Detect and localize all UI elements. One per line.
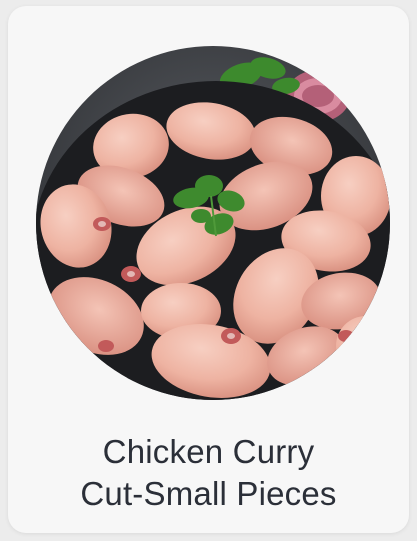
chicken-pieces-photo xyxy=(36,46,390,400)
product-title-line2: Cut-Small Pieces xyxy=(80,475,337,512)
product-image[interactable] xyxy=(36,46,390,400)
product-card[interactable]: Chicken Curry Cut-Small Pieces xyxy=(8,6,409,533)
product-title-line1: Chicken Curry xyxy=(102,433,315,470)
product-title[interactable]: Chicken Curry Cut-Small Pieces xyxy=(8,431,409,515)
